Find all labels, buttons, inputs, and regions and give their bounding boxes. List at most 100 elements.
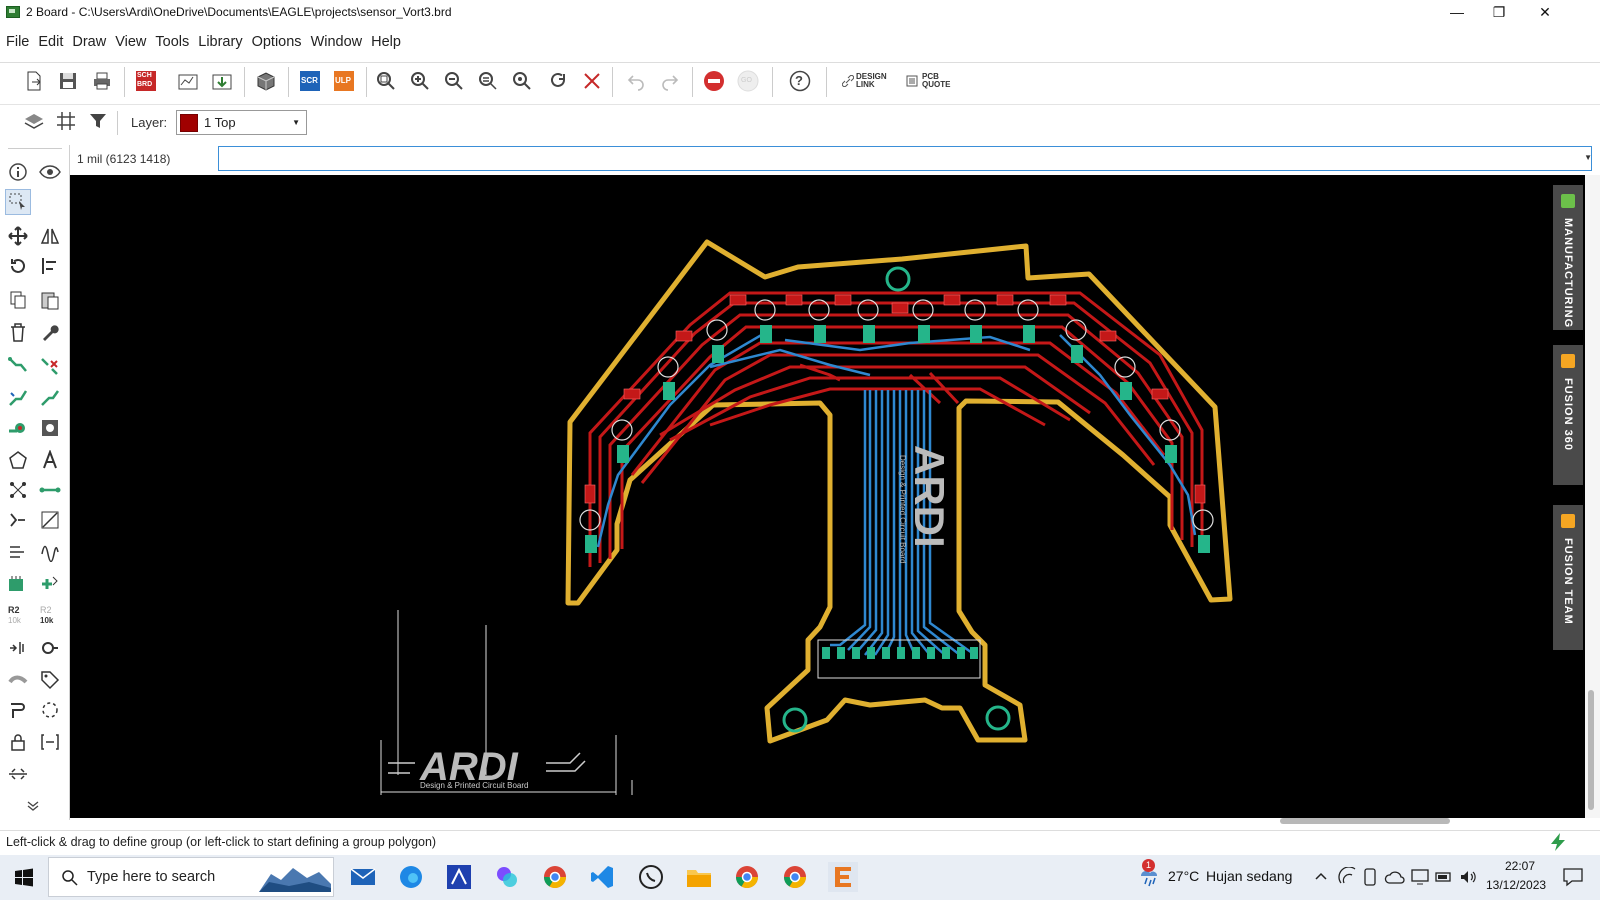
file-explorer-icon[interactable] xyxy=(684,862,714,892)
design-app-icon[interactable] xyxy=(444,862,474,892)
phone-link-icon[interactable] xyxy=(1362,867,1380,887)
layer-select[interactable]: 1 Top ▼ xyxy=(176,110,307,135)
layer-settings-icon[interactable] xyxy=(22,109,46,133)
taskbar-search[interactable]: Type here to search xyxy=(48,857,334,897)
pad-icon[interactable] xyxy=(37,415,63,441)
arc-dots-icon[interactable] xyxy=(37,697,63,723)
help-icon[interactable]: ? xyxy=(788,69,812,93)
menu-file[interactable]: File xyxy=(6,34,29,50)
sch-brd-switch-icon[interactable]: SCH BRD xyxy=(134,69,158,93)
smash-icon[interactable] xyxy=(5,635,31,661)
arc-wave-icon[interactable] xyxy=(37,539,63,565)
clock-time[interactable]: 22:07 xyxy=(1505,859,1535,873)
windows-start-icon[interactable] xyxy=(14,868,34,888)
minimize-button[interactable]: — xyxy=(1434,0,1480,24)
side-tab-manufacturing[interactable]: MANUFACTURING xyxy=(1553,185,1583,330)
chrome-profile-1-icon[interactable] xyxy=(540,862,570,892)
notification-center-icon[interactable] xyxy=(1562,867,1584,887)
drc-icon[interactable] xyxy=(37,729,63,755)
horizontal-scrollbar[interactable] xyxy=(1280,818,1450,824)
miter-icon[interactable] xyxy=(37,635,63,661)
ripup-icon[interactable] xyxy=(37,353,63,379)
edge-browser-icon[interactable] xyxy=(396,862,426,892)
whatsapp-icon[interactable] xyxy=(636,862,666,892)
rotate-icon[interactable] xyxy=(5,253,31,279)
mail-app-icon[interactable] xyxy=(348,862,378,892)
close-button[interactable]: ✕ xyxy=(1522,0,1568,24)
stop-icon[interactable] xyxy=(702,69,726,93)
ratsnest-icon[interactable] xyxy=(580,69,604,93)
mirror-icon[interactable] xyxy=(37,223,63,249)
go-icon[interactable]: GO xyxy=(736,69,760,93)
tray-chevron-up-icon[interactable] xyxy=(1314,870,1328,884)
script-icon[interactable]: SCR xyxy=(298,69,322,93)
chrome-profile-3-icon[interactable] xyxy=(780,862,810,892)
3d-view-icon[interactable] xyxy=(254,69,278,93)
menu-help[interactable]: Help xyxy=(371,34,401,50)
vertical-scrollbar[interactable] xyxy=(1588,690,1594,810)
undo-icon[interactable] xyxy=(624,69,648,93)
lock-icon[interactable] xyxy=(5,729,31,755)
more-tools-chevron-icon[interactable] xyxy=(20,793,46,819)
via-icon[interactable] xyxy=(5,415,31,441)
pcb-quote-button[interactable]: PCB QUOTE xyxy=(904,69,954,93)
redo-icon[interactable] xyxy=(658,69,682,93)
eagle-app-icon[interactable] xyxy=(828,862,858,892)
clock-date[interactable]: 13/12/2023 xyxy=(1486,878,1546,892)
filter-icon[interactable] xyxy=(86,109,110,133)
zoom-out-icon[interactable] xyxy=(442,69,466,93)
lines-parallel-icon[interactable] xyxy=(5,539,31,565)
menu-library[interactable]: Library xyxy=(198,34,242,50)
replace-part-icon[interactable] xyxy=(37,571,63,597)
meander-icon[interactable] xyxy=(5,507,31,533)
board-canvas[interactable]: ARDI Design & Printed Circuit Board ARDI… xyxy=(70,175,1585,818)
zoom-in-icon[interactable] xyxy=(408,69,432,93)
zoom-fit-icon[interactable] xyxy=(374,69,398,93)
save-icon[interactable] xyxy=(56,69,80,93)
menu-window[interactable]: Window xyxy=(311,34,363,50)
menu-draw[interactable]: Draw xyxy=(72,34,106,50)
paste-icon[interactable] xyxy=(37,287,63,313)
menu-view[interactable]: View xyxy=(115,34,146,50)
volume-icon[interactable] xyxy=(1458,867,1478,887)
autorouter-icon[interactable] xyxy=(5,385,31,411)
vscode-icon[interactable] xyxy=(588,862,618,892)
change-wrench-icon[interactable] xyxy=(37,319,63,345)
menu-tools[interactable]: Tools xyxy=(155,34,189,50)
move-icon[interactable] xyxy=(5,223,31,249)
command-history-dropdown-icon[interactable]: ▼ xyxy=(1584,153,1592,162)
chrome-profile-2-icon[interactable] xyxy=(732,862,762,892)
route-icon[interactable] xyxy=(5,353,31,379)
menu-options[interactable]: Options xyxy=(252,34,302,50)
export-icon[interactable] xyxy=(210,69,234,93)
battery-icon[interactable] xyxy=(1434,867,1454,887)
group-select-icon[interactable] xyxy=(5,189,31,215)
design-link-button[interactable]: DESIGN LINK xyxy=(840,69,890,93)
show-eye-icon[interactable] xyxy=(37,159,63,185)
dimension-icon[interactable] xyxy=(5,697,31,723)
side-tab-fusion-360[interactable]: FUSION 360 xyxy=(1553,345,1583,485)
ulp-icon[interactable]: ULP xyxy=(332,69,356,93)
network-icon[interactable] xyxy=(1338,867,1358,887)
line-icon[interactable] xyxy=(37,507,63,533)
split-icon[interactable] xyxy=(5,667,31,693)
wire-icon[interactable] xyxy=(37,477,63,503)
zoom-previous-icon[interactable] xyxy=(476,69,500,93)
align-icon[interactable] xyxy=(37,253,63,279)
cam-processor-icon[interactable] xyxy=(176,69,200,93)
new-file-icon[interactable] xyxy=(22,69,46,93)
attribute-tag-icon[interactable] xyxy=(37,667,63,693)
optimize-route-icon[interactable] xyxy=(37,385,63,411)
zoom-select-icon[interactable] xyxy=(510,69,534,93)
menu-edit[interactable]: Edit xyxy=(38,34,63,50)
display-icon[interactable] xyxy=(1410,867,1430,887)
name-icon[interactable]: R2 10k xyxy=(5,603,31,629)
redraw-icon[interactable] xyxy=(546,69,570,93)
info-icon[interactable] xyxy=(5,159,31,185)
polygon-icon[interactable] xyxy=(5,447,31,473)
side-tab-fusion-team[interactable]: FUSION TEAM xyxy=(1553,505,1583,650)
value-icon[interactable]: R2 10k xyxy=(37,603,63,629)
lightning-icon[interactable] xyxy=(1548,832,1570,852)
text-icon[interactable] xyxy=(37,447,63,473)
print-icon[interactable] xyxy=(90,69,114,93)
